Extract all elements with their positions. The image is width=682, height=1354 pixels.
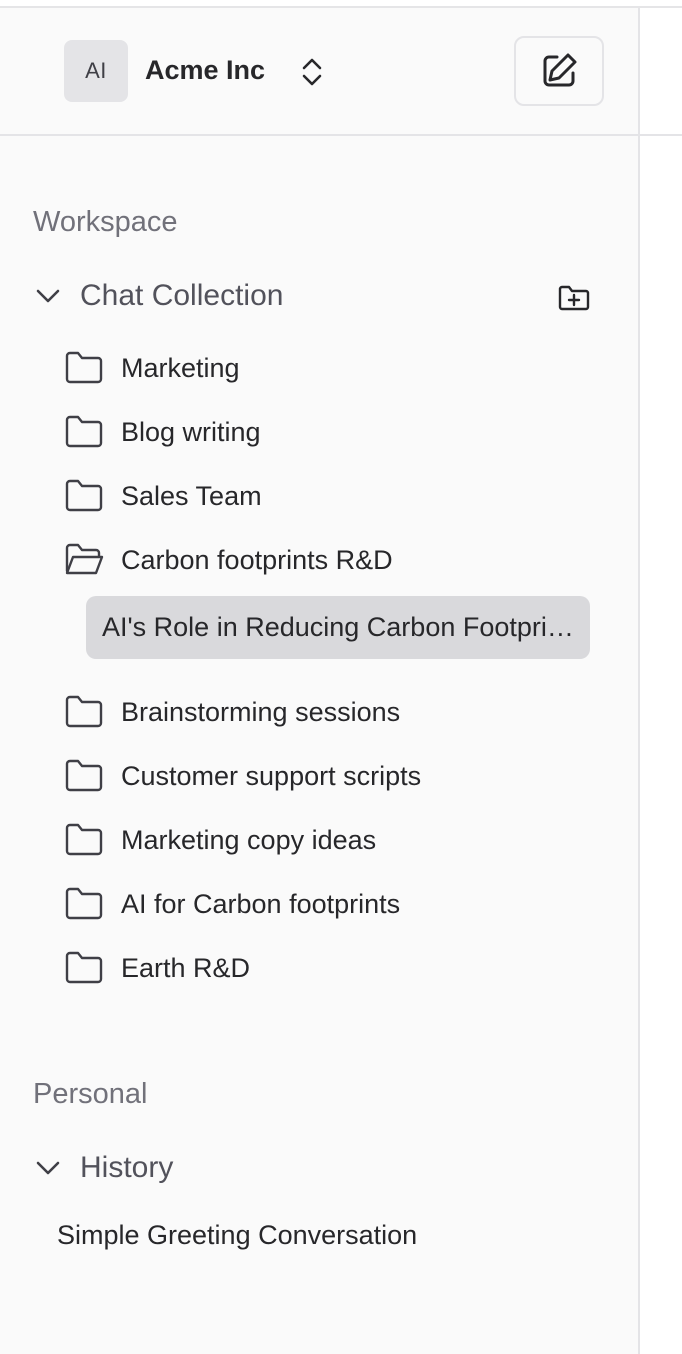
folder-icon bbox=[65, 415, 103, 448]
folder-item[interactable]: Marketing bbox=[64, 346, 240, 390]
add-folder-button[interactable] bbox=[556, 282, 592, 314]
folder-icon bbox=[65, 695, 103, 728]
group-label: History bbox=[80, 1151, 174, 1184]
main-panel bbox=[640, 8, 682, 1354]
folder-label: Customer support scripts bbox=[121, 760, 422, 791]
folder-item[interactable]: Blog writing bbox=[64, 410, 261, 454]
folder-label: Earth R&D bbox=[121, 952, 251, 983]
folder-icon bbox=[65, 479, 103, 512]
folder-label: Sales Team bbox=[121, 480, 262, 511]
group-header-chat-collection[interactable]: Chat Collection bbox=[34, 274, 283, 318]
section-label-personal: Personal bbox=[33, 1078, 148, 1110]
section-label-workspace: Workspace bbox=[33, 206, 178, 238]
main-header-divider bbox=[640, 134, 682, 136]
sidebar-header: AI Acme Inc bbox=[0, 8, 638, 136]
folder-icon bbox=[65, 759, 103, 792]
folder-item-open[interactable]: Carbon footprints R&D bbox=[64, 538, 393, 582]
folder-plus-icon bbox=[558, 285, 590, 311]
folder-label: Brainstorming sessions bbox=[121, 696, 401, 727]
folder-item[interactable]: Sales Team bbox=[64, 474, 262, 518]
folder-label: AI for Carbon footprints bbox=[121, 888, 401, 919]
compose-icon bbox=[543, 53, 577, 87]
folder-label: Carbon footprints R&D bbox=[121, 544, 393, 575]
chat-item-label: AI's Role in Reducing Carbon Footprints bbox=[102, 612, 582, 642]
chevrons-up-down-icon[interactable] bbox=[298, 55, 326, 89]
history-item[interactable]: Simple Greeting Conversation bbox=[57, 1220, 417, 1251]
folder-item[interactable]: Marketing copy ideas bbox=[64, 818, 376, 862]
group-header-history[interactable]: History bbox=[34, 1146, 173, 1190]
folder-open-icon bbox=[65, 543, 104, 575]
org-name[interactable]: Acme Inc bbox=[145, 55, 265, 86]
chevron-down-icon bbox=[36, 1161, 60, 1175]
org-avatar[interactable]: AI bbox=[64, 40, 128, 102]
new-chat-button[interactable] bbox=[514, 36, 604, 106]
group-label: Chat Collection bbox=[80, 279, 284, 312]
folder-label: Marketing bbox=[121, 352, 240, 383]
chat-item-active[interactable]: AI's Role in Reducing Carbon Footprints bbox=[86, 596, 590, 659]
folder-item[interactable]: Customer support scripts bbox=[64, 754, 421, 798]
folder-item[interactable]: Brainstorming sessions bbox=[64, 690, 400, 734]
folder-icon bbox=[65, 351, 103, 384]
folder-item[interactable]: Earth R&D bbox=[64, 946, 250, 990]
folder-label: Marketing copy ideas bbox=[121, 824, 377, 855]
folder-item[interactable]: AI for Carbon footprints bbox=[64, 882, 400, 926]
sidebar: AI Acme Inc Workspace Chat Collection Ma… bbox=[0, 8, 640, 1354]
folder-label: Blog writing bbox=[121, 416, 261, 447]
folder-icon bbox=[65, 823, 103, 856]
folder-icon bbox=[65, 951, 103, 984]
chevron-down-icon bbox=[36, 289, 60, 303]
folder-icon bbox=[65, 887, 103, 920]
